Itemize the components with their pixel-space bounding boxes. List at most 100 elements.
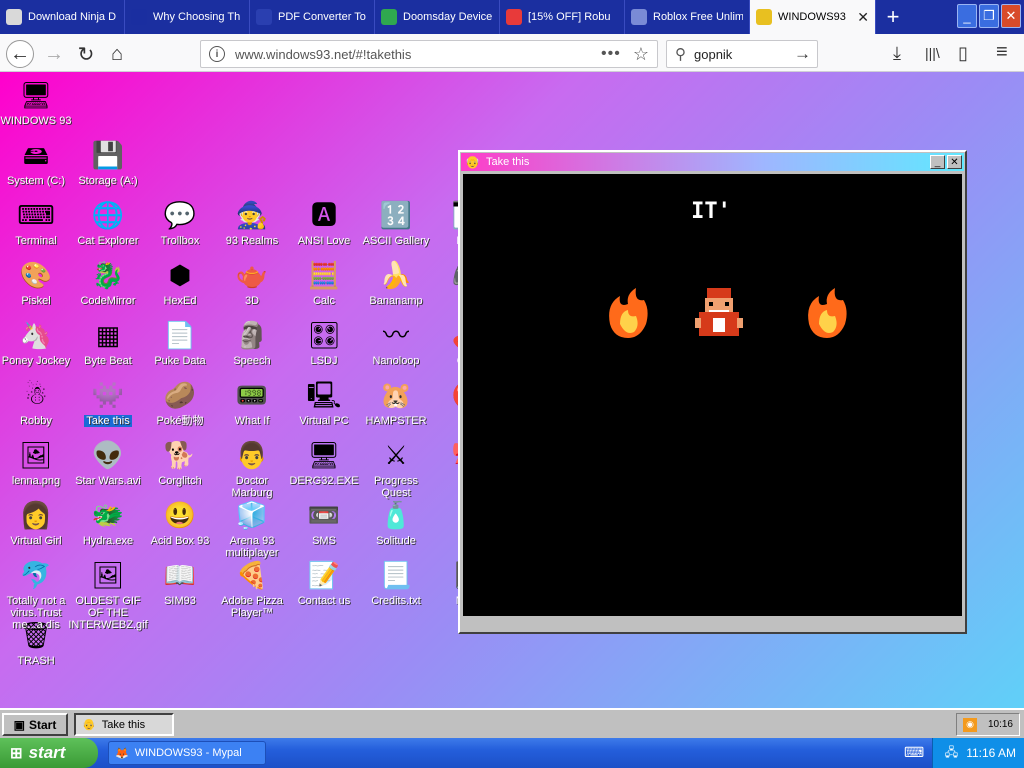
desktop-icon[interactable]: 🦄 Poney Jockey bbox=[0, 318, 72, 367]
window-titlebar[interactable]: 👴 Take this _ ✕ bbox=[461, 153, 964, 171]
desktop-icon[interactable]: 🖼 lenna.png bbox=[0, 438, 72, 487]
desktop-icon[interactable]: 🔢 ASCII Gallery bbox=[360, 198, 432, 247]
tab-label: Download Ninja D bbox=[28, 11, 117, 23]
browser-tab[interactable]: [15% OFF] Robu bbox=[500, 0, 625, 34]
xp-start-button[interactable]: ⊞ start bbox=[0, 738, 98, 768]
browser-tab[interactable]: Roblox Free Unlim bbox=[625, 0, 750, 34]
desktop-icon[interactable]: 🍌 Bananamp bbox=[360, 258, 432, 307]
address-bar[interactable]: i www.windows93.net/#!takethis ••• ☆ bbox=[200, 40, 658, 68]
address-text[interactable]: www.windows93.net/#!takethis bbox=[235, 47, 601, 62]
desktop-icon[interactable]: 🎨 Piskel bbox=[0, 258, 72, 307]
desktop-icon[interactable]: 🥔 Poké動物 bbox=[144, 378, 216, 427]
desktop-icon[interactable]: 🐲 Hydra.exe bbox=[72, 498, 144, 547]
desktop-icon[interactable]: 📃 Credits.txt bbox=[360, 558, 432, 607]
desktop-icon[interactable]: 〰 Nanoloop bbox=[360, 318, 432, 367]
desktop-icon[interactable]: 📖 SIM93 bbox=[144, 558, 216, 607]
desktop-icon[interactable]: 🐹 HAMPSTER bbox=[360, 378, 432, 427]
desktop-icon[interactable]: 🌐 Cat Explorer bbox=[72, 198, 144, 247]
browser-tab[interactable]: Why Choosing Th bbox=[125, 0, 250, 34]
xp-taskbar-item[interactable]: 🦊 WINDOWS93 - Mypal bbox=[108, 741, 266, 765]
windows93-clock: 10:16 bbox=[987, 719, 1013, 730]
desktop-icon[interactable]: 🖴 System (C:) bbox=[0, 138, 72, 187]
desktop-icon[interactable]: ☃ Robby bbox=[0, 378, 72, 427]
app-icon: ⚔ bbox=[384, 440, 408, 470]
desktop-icon[interactable]: 👨 Doctor Marburg bbox=[216, 438, 288, 499]
taskbar-item-take-this[interactable]: 👴 Take this bbox=[74, 713, 174, 736]
page-actions-button[interactable]: ••• bbox=[601, 45, 621, 63]
desktop-icon[interactable]: 🧮 Calc bbox=[288, 258, 360, 307]
info-icon[interactable]: i bbox=[209, 46, 225, 62]
app-icon: ☃ bbox=[24, 380, 48, 410]
desktop-icon[interactable]: 📟 What If bbox=[216, 378, 288, 427]
desktop-icon[interactable]: 💬 Trollbox bbox=[144, 198, 216, 247]
desktop-icon[interactable]: 💾 Storage (A:) bbox=[72, 138, 144, 187]
app-icon: 👾 bbox=[91, 380, 125, 410]
desktop-icon[interactable]: 👾 Take this bbox=[72, 378, 144, 427]
browser-tab[interactable]: Download Ninja D bbox=[0, 0, 125, 34]
search-input[interactable]: ⚲ gopnik → bbox=[666, 40, 818, 68]
app-icon: ▦ bbox=[95, 320, 121, 350]
app-icon: 📖 bbox=[163, 560, 197, 590]
desktop-icon[interactable]: 🖳 Virtual PC bbox=[288, 378, 360, 427]
desktop-icon[interactable]: 🗿 Speech bbox=[216, 318, 288, 367]
menu-icon[interactable]: ≡ bbox=[996, 41, 1008, 64]
rss-icon[interactable]: ◉ bbox=[963, 717, 977, 732]
desktop-icon[interactable]: 🧴 Solitude bbox=[360, 498, 432, 547]
desktop-icon-label: 3D bbox=[244, 295, 260, 307]
browser-tab[interactable]: WINDOWS93 ✕ bbox=[750, 0, 876, 34]
keyboard-icon[interactable]: ⌨ bbox=[904, 744, 924, 761]
sidebar-icon[interactable]: ▯ bbox=[958, 43, 968, 64]
close-window-button[interactable]: ✕ bbox=[1001, 4, 1021, 28]
desktop-icon[interactable]: 📝 Contact us bbox=[288, 558, 360, 607]
app-icon: 🖥 bbox=[19, 80, 53, 110]
desktop-icon[interactable]: 📼 SMS bbox=[288, 498, 360, 547]
app-icon: 🫖 bbox=[235, 260, 269, 290]
app-icon: 👽 bbox=[91, 440, 125, 470]
desktop-icon[interactable]: 🎛 LSDJ bbox=[288, 318, 360, 367]
new-tab-button[interactable]: + bbox=[876, 0, 910, 34]
desktop-icon[interactable]: ⌨ Terminal bbox=[0, 198, 72, 247]
desktop-icon[interactable]: 🖥 WINDOWS 93 bbox=[0, 78, 72, 127]
desktop-icon[interactable]: 🐕 Corglitch bbox=[144, 438, 216, 487]
back-button[interactable]: ← bbox=[6, 40, 34, 68]
xp-tray: 🖧 11:16 AM bbox=[932, 738, 1024, 768]
network-icon[interactable]: 🖧 bbox=[945, 743, 958, 764]
desktop-icon[interactable]: ⚔ Progress Quest bbox=[360, 438, 432, 499]
window-close-button[interactable]: ✕ bbox=[947, 155, 962, 169]
take-this-window: 👴 Take this _ ✕ IT' bbox=[458, 150, 967, 634]
desktop-icon[interactable]: 🧙 93 Realms bbox=[216, 198, 288, 247]
browser-tab[interactable]: PDF Converter To bbox=[250, 0, 375, 34]
bookmark-star-icon[interactable]: ☆ bbox=[633, 44, 649, 65]
desktop-icon[interactable]: ▦ Byte Beat bbox=[72, 318, 144, 367]
desktop-icon[interactable]: 🧊 Arena 93 multiplayer bbox=[216, 498, 288, 559]
desktop-icon[interactable]: 🅰 ANSI Love bbox=[288, 198, 360, 247]
desktop-icon[interactable]: 🐉 CodeMirror bbox=[72, 258, 144, 307]
desktop-icon-label: Piskel bbox=[21, 295, 51, 307]
forward-button[interactable]: → bbox=[40, 40, 68, 68]
search-go-button[interactable]: → bbox=[794, 44, 811, 64]
desktop-icon[interactable]: 🖥 DERG32.EXE bbox=[288, 438, 360, 487]
home-button[interactable]: ⌂ bbox=[103, 40, 131, 68]
library-icon[interactable]: |||\ bbox=[925, 45, 940, 61]
desktop-icon[interactable]: 👽 Star Wars.avi bbox=[72, 438, 144, 487]
minimize-window-button[interactable]: _ bbox=[957, 4, 977, 28]
game-screen[interactable]: IT' bbox=[463, 174, 962, 616]
desktop-icon[interactable]: 😃 Acid Box 93 bbox=[144, 498, 216, 547]
reload-button[interactable]: ↻ bbox=[72, 40, 100, 68]
desktop-icon[interactable]: 📄 Puke Data bbox=[144, 318, 216, 367]
desktop-icon[interactable]: 🍕 Adobe Pizza Player™ bbox=[216, 558, 288, 619]
close-tab-icon[interactable]: ✕ bbox=[857, 9, 869, 26]
search-value[interactable]: gopnik bbox=[694, 47, 732, 62]
desktop-icon[interactable]: 👩 Virtual Girl bbox=[0, 498, 72, 547]
restore-window-button[interactable]: ❐ bbox=[979, 4, 999, 28]
browser-tab[interactable]: Doomsday Device bbox=[375, 0, 500, 34]
windows93-start-button[interactable]: ▣ Start bbox=[2, 713, 68, 736]
download-icon[interactable]: ⤓ bbox=[893, 43, 901, 64]
desktop-icon[interactable]: 🫖 3D bbox=[216, 258, 288, 307]
desktop-icon[interactable]: ⬢ HexEd bbox=[144, 258, 216, 307]
app-icon: 🖼 bbox=[19, 440, 53, 470]
window-minimize-button[interactable]: _ bbox=[930, 155, 945, 169]
desktop-icon[interactable]: 🖼 OLDEST GIF OF THE INTERWEBZ.gif bbox=[68, 558, 147, 631]
desktop-icon[interactable]: 🐬 Totally not a virus.Trust me...a dis bbox=[0, 558, 72, 631]
desktop-icon-label: LSDJ bbox=[310, 355, 338, 367]
